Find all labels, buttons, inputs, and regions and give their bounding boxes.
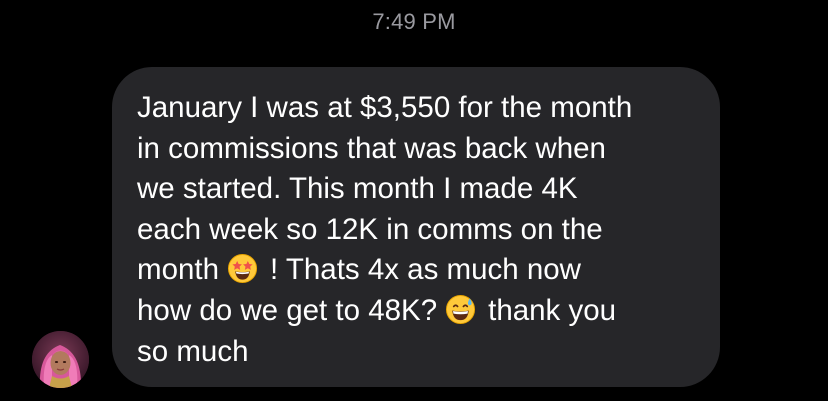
- grinning-sweat-emoji-icon: [446, 294, 476, 324]
- message-line-6-end: thank you: [488, 293, 617, 327]
- sender-avatar[interactable]: [32, 331, 89, 388]
- message-text: January I was at $3,550 for the month in…: [137, 88, 727, 372]
- message-line-5-end: ! Thats 4x as much now: [270, 253, 581, 287]
- message-line-5: month ! Thats 4x as much now: [137, 250, 727, 291]
- message-line-5-start: month: [137, 253, 219, 287]
- message-line-4: each week so 12K in comms on the: [137, 212, 603, 246]
- message-line-3: we started. This month I made 4K: [137, 172, 578, 206]
- message-line-1: January I was at $3,550 for the month: [137, 91, 633, 124]
- message-line-6-start: how do we get to 48K?: [137, 293, 438, 327]
- conversation-view: 7:49 PM January I was at $3,550 for the …: [0, 0, 828, 401]
- message-timestamp: 7:49 PM: [372, 9, 456, 34]
- message-line-7: so much: [137, 334, 249, 368]
- message-line-6: how do we get to 48K? thank you: [137, 291, 727, 332]
- star-struck-emoji-icon: [227, 254, 258, 284]
- avatar-photo-icon: [32, 331, 89, 388]
- message-line-2: in commissions that was back when: [137, 131, 606, 165]
